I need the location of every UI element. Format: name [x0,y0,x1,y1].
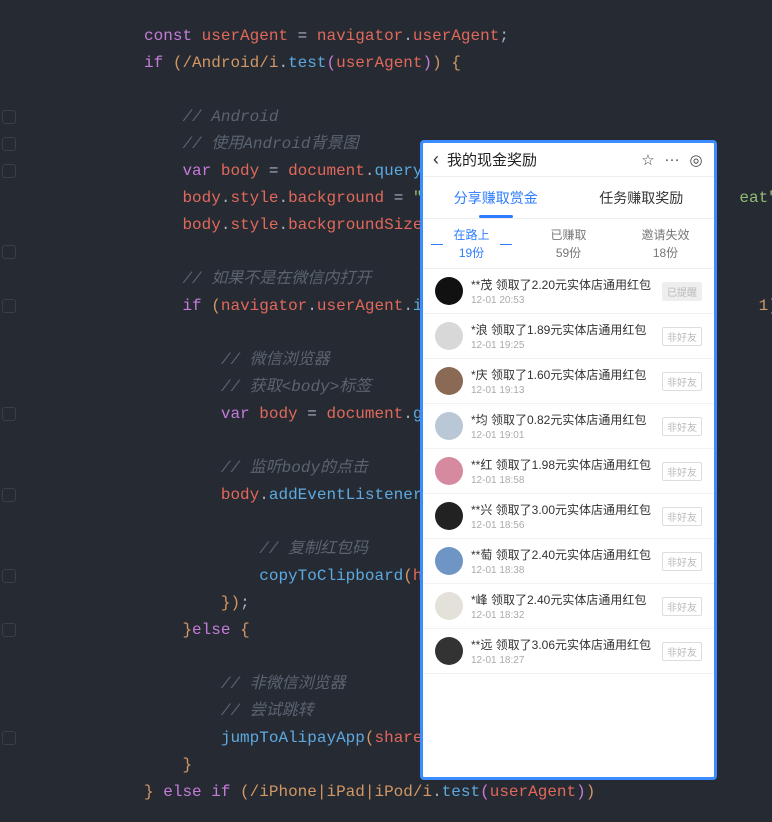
star-icon[interactable]: ☆ [640,152,656,168]
list-item-time: 12-01 19:13 [471,385,662,396]
list-item-text: *浪 领取了1.89元实体店通用红包 [471,321,662,338]
stat-label: 邀请失效 [617,226,714,243]
list-item-time: 12-01 18:38 [471,565,662,576]
status-badge: 非好友 [662,417,702,436]
list-item-text: *均 领取了0.82元实体店通用红包 [471,411,662,428]
stat-value: 18份 [617,244,714,261]
list-item[interactable]: *浪 领取了1.89元实体店通用红包 12-01 19:25非好友 [423,314,714,359]
list-item-text: **兴 领取了3.00元实体店通用红包 [471,501,662,518]
list-item-time: 12-01 18:27 [471,655,662,666]
phone-tabs: 分享赚取赏金任务赚取奖励 [423,177,714,219]
phone-stat[interactable]: 在路上19份 [423,219,520,268]
list-item[interactable]: **萄 领取了2.40元实体店通用红包 12-01 18:38非好友 [423,539,714,584]
list-item[interactable]: **茂 领取了2.20元实体店通用红包 12-01 20:53已提醒 [423,269,714,314]
status-badge: 非好友 [662,327,702,346]
status-badge: 非好友 [662,552,702,571]
page-title: 我的现金奖励 [447,149,632,170]
avatar [435,322,463,350]
list-item-time: 12-01 18:32 [471,610,662,621]
list-item-text: *峰 领取了2.40元实体店通用红包 [471,591,662,608]
phone-stat[interactable]: 邀请失效18份 [617,219,714,268]
list-item-text: **红 领取了1.98元实体店通用红包 [471,456,662,473]
list-item-text: *庆 领取了1.60元实体店通用红包 [471,366,662,383]
list-item[interactable]: *均 领取了0.82元实体店通用红包 12-01 19:01非好友 [423,404,714,449]
list-item-time: 12-01 18:58 [471,475,662,486]
status-badge: 非好友 [662,597,702,616]
list-item-time: 12-01 19:01 [471,430,662,441]
list-item[interactable]: *峰 领取了2.40元实体店通用红包 12-01 18:32非好友 [423,584,714,629]
avatar [435,547,463,575]
stat-label: 已赚取 [520,226,617,243]
phone-tab[interactable]: 分享赚取赏金 [423,177,569,218]
avatar [435,412,463,440]
list-item-text: **萄 领取了2.40元实体店通用红包 [471,546,662,563]
list-item-text: **茂 领取了2.20元实体店通用红包 [471,276,662,293]
avatar [435,367,463,395]
phone-list[interactable]: **茂 领取了2.20元实体店通用红包 12-01 20:53已提醒 *浪 领取了1… [423,269,714,674]
status-badge: 非好友 [662,372,702,391]
phone-stats: 在路上19份已赚取59份邀请失效18份 [423,219,714,269]
avatar [435,277,463,305]
avatar [435,457,463,485]
more-icon[interactable]: ··· [664,152,680,168]
status-badge: 非好友 [662,642,702,661]
list-item-time: 12-01 19:25 [471,340,662,351]
target-icon[interactable]: ◎ [688,152,704,168]
phone-preview: ‹ 我的现金奖励 ☆ ··· ◎ 分享赚取赏金任务赚取奖励 在路上19份已赚取5… [420,140,717,780]
status-badge: 已提醒 [662,282,702,301]
phone-tab[interactable]: 任务赚取奖励 [569,177,715,218]
status-badge: 非好友 [662,462,702,481]
avatar [435,592,463,620]
list-item[interactable]: *庆 领取了1.60元实体店通用红包 12-01 19:13非好友 [423,359,714,404]
phone-stat[interactable]: 已赚取59份 [520,219,617,268]
list-item-time: 12-01 18:56 [471,520,662,531]
list-item[interactable]: **远 领取了3.06元实体店通用红包 12-01 18:27非好友 [423,629,714,674]
list-item-time: 12-01 20:53 [471,295,662,306]
list-item[interactable]: **红 领取了1.98元实体店通用红包 12-01 18:58非好友 [423,449,714,494]
phone-header: ‹ 我的现金奖励 ☆ ··· ◎ [423,143,714,177]
avatar [435,637,463,665]
back-icon[interactable]: ‹ [433,149,439,170]
avatar [435,502,463,530]
stat-label: 在路上 [423,226,520,243]
list-item[interactable]: **兴 领取了3.00元实体店通用红包 12-01 18:56非好友 [423,494,714,539]
stat-value: 59份 [520,244,617,261]
list-item-text: **远 领取了3.06元实体店通用红包 [471,636,662,653]
status-badge: 非好友 [662,507,702,526]
stat-value: 19份 [423,244,520,261]
